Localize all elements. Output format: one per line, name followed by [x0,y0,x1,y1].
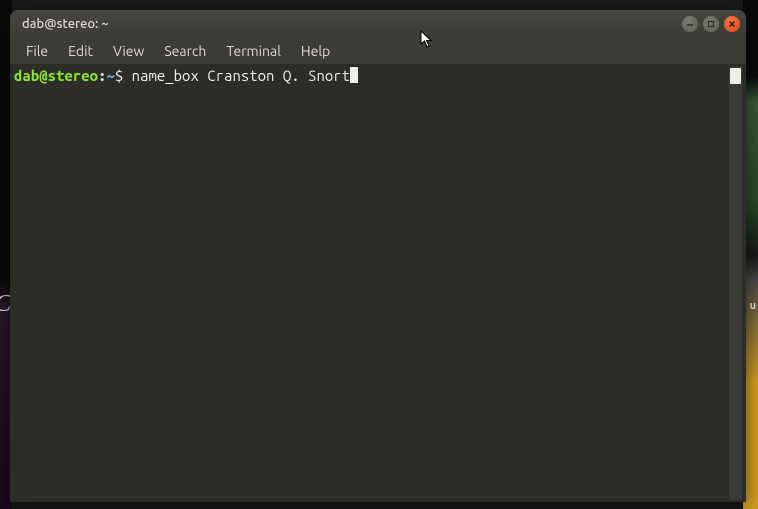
prompt-path: ~ [106,67,114,84]
command-input: name_box Cranston Q. Snort [132,67,350,84]
menubar: File Edit View Search Terminal Help [10,38,746,64]
minimize-button[interactable] [682,16,698,32]
close-button[interactable] [724,16,740,32]
menu-search[interactable]: Search [156,40,214,62]
menu-edit[interactable]: Edit [60,40,101,62]
menu-terminal[interactable]: Terminal [218,40,289,62]
menu-file[interactable]: File [18,40,56,62]
text-cursor [350,67,358,83]
window-title: dab@stereo: ~ [22,17,109,31]
bg-text-right: u [750,300,756,312]
terminal-window: dab@stereo: ~ File Edit View Search Term… [10,10,746,502]
window-controls [682,16,740,32]
titlebar[interactable]: dab@stereo: ~ [10,10,746,38]
maximize-icon [707,20,715,28]
menu-help[interactable]: Help [293,40,338,62]
prompt-user-host: dab@stereo [14,67,98,84]
prompt-dollar: $ [115,67,123,84]
scroll-thumb[interactable] [730,68,741,84]
minimize-icon [686,20,694,28]
terminal-content[interactable]: dab@stereo:~$ name_box Cranston Q. Snort [14,66,729,500]
scrollbar[interactable] [729,66,742,500]
terminal-body[interactable]: dab@stereo:~$ name_box Cranston Q. Snort [10,64,746,502]
menu-view[interactable]: View [105,40,152,62]
close-icon [728,20,736,28]
maximize-button[interactable] [703,16,719,32]
